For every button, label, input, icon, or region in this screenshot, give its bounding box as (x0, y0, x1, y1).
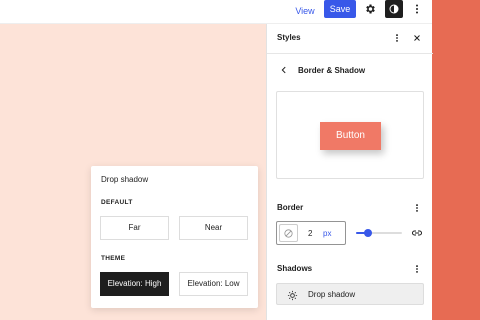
save-button[interactable]: Save (324, 0, 356, 18)
shadow-icon (285, 288, 299, 302)
more-vertical-icon[interactable] (408, 0, 426, 18)
view-button[interactable]: View (290, 2, 320, 20)
slider-thumb[interactable] (363, 229, 372, 237)
shadow-option-near[interactable]: Near (179, 216, 248, 240)
border-width-control: 2 px (276, 221, 346, 245)
shadow-option-elevation-low[interactable]: Elevation: Low (179, 272, 248, 296)
border-style-none-icon[interactable] (279, 224, 298, 242)
link-icon[interactable] (410, 226, 424, 240)
gear-icon[interactable] (361, 0, 379, 18)
panel-title: Border & Shadow (298, 66, 366, 75)
more-vertical-icon[interactable] (411, 201, 423, 215)
chevron-left-icon[interactable] (277, 63, 291, 77)
styles-sidebar: Styles Border & Shadow Button Border 2 p… (266, 24, 433, 320)
border-controls: 2 px (276, 221, 426, 245)
shadows-section-label: Shadows (277, 264, 313, 273)
sidebar-title: Styles (277, 33, 301, 42)
default-section-label: DEFAULT (101, 199, 133, 206)
border-unit-select[interactable]: px (323, 229, 331, 238)
preview-button: Button (320, 122, 381, 150)
popover-title: Drop shadow (101, 175, 149, 184)
contrast-icon[interactable] (385, 0, 403, 18)
close-icon[interactable] (410, 31, 424, 45)
shadow-option-elevation-high[interactable]: Elevation: High (100, 272, 169, 296)
panel-navigation: Border & Shadow (267, 54, 433, 86)
more-vertical-icon[interactable] (390, 31, 404, 45)
top-toolbar: View Save (0, 0, 432, 24)
drop-shadow-popover: Drop shadow DEFAULT Far Near THEME Eleva… (91, 166, 258, 308)
sidebar-header: Styles (267, 24, 433, 54)
border-width-slider[interactable] (356, 229, 402, 237)
drop-shadow-label: Drop shadow (308, 290, 356, 299)
border-width-input[interactable]: 2 (308, 229, 312, 238)
style-preview: Button (276, 91, 424, 179)
shadow-option-far[interactable]: Far (100, 216, 169, 240)
more-vertical-icon[interactable] (411, 262, 423, 276)
drop-shadow-item[interactable]: Drop shadow (276, 283, 424, 305)
border-section-label: Border (277, 203, 304, 212)
theme-section-label: THEME (101, 255, 126, 262)
